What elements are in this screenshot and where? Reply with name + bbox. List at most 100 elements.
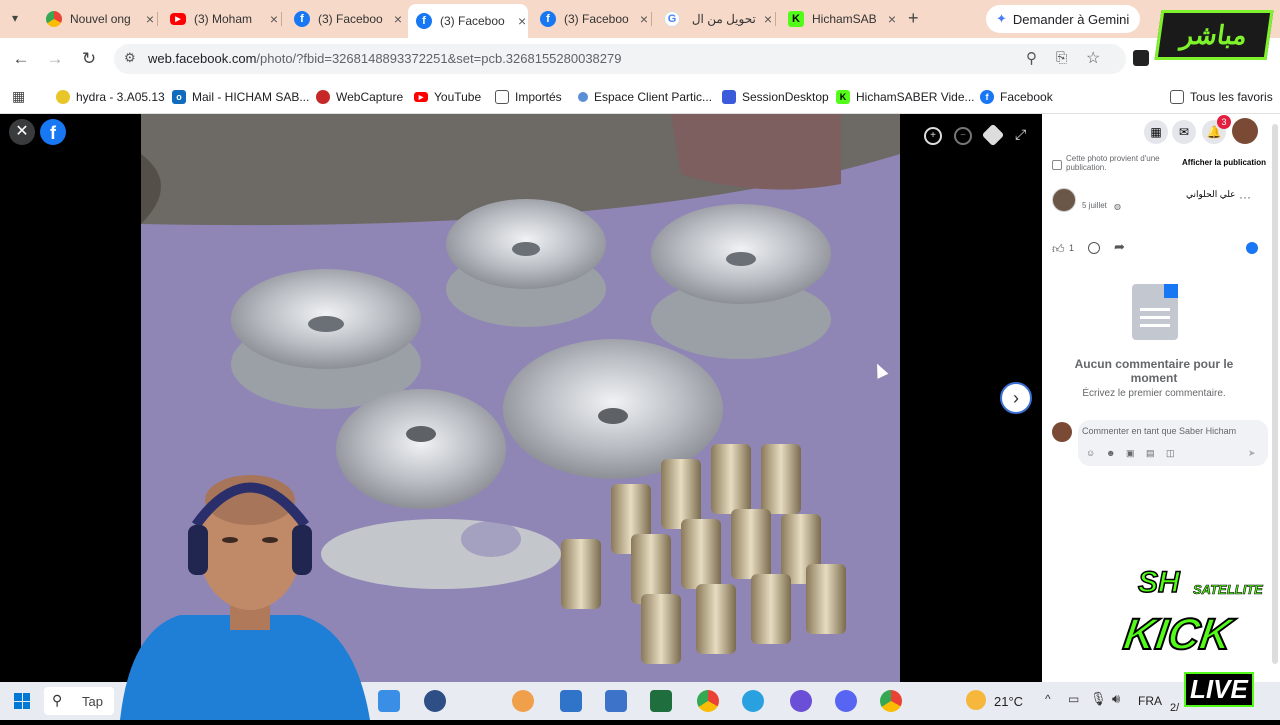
camera-icon[interactable]: ▣ (1126, 448, 1135, 459)
comment-icon[interactable] (1088, 242, 1100, 254)
zoom-in-icon[interactable]: + (924, 127, 942, 145)
tab-new-tab[interactable]: Nouvel ong × (38, 6, 154, 32)
no-comments-subtitle: Écrivez le premier commentaire. (1082, 388, 1226, 399)
more-options-icon[interactable]: ··· (1239, 190, 1251, 204)
disc-stack-center (446, 199, 606, 327)
author-avatar[interactable] (1052, 188, 1076, 212)
extension-icon[interactable] (1133, 50, 1149, 66)
messenger-button[interactable]: ✉ (1172, 120, 1196, 144)
bookmark-hichamsaber-video[interactable]: K HichamSABER Vide... (836, 87, 975, 107)
tab-close-icon[interactable]: × (640, 11, 648, 27)
weather-icon[interactable] (966, 690, 986, 710)
taskbar-app-icon[interactable] (512, 690, 534, 712)
mubashir-text: مباشر (1179, 19, 1250, 50)
chevron-right-icon: › (1013, 388, 1019, 408)
sticker-icon[interactable]: ☺ (1086, 448, 1095, 458)
taskbar-app-icon[interactable] (378, 690, 400, 712)
new-tab-plus-icon[interactable]: + (908, 8, 919, 29)
profile-avatar[interactable] (1232, 118, 1258, 144)
tab-youtube[interactable]: ▶ (3) Moham × (162, 6, 278, 32)
microphone-icon[interactable]: 🎙︎ (1090, 691, 1107, 707)
tab-close-icon[interactable]: × (394, 11, 402, 27)
chrome-icon[interactable] (697, 690, 719, 712)
all-bookmarks-folder[interactable]: Tous les favoris (1170, 87, 1273, 107)
tab-facebook-active[interactable]: f (3) Faceboo × (408, 4, 528, 38)
send-icon[interactable]: ➤ (1248, 448, 1256, 459)
reload-icon[interactable]: ↻ (78, 48, 100, 70)
tab-facebook-1[interactable]: f (3) Faceboo × (286, 6, 402, 32)
tab-strip: ▾ Nouvel ong × ▶ (3) Moham × f (3) Faceb… (0, 0, 1280, 38)
tab-google-translate[interactable]: G تحويل من ال × (656, 6, 772, 32)
bookmark-imported-folder[interactable]: Importés (495, 87, 562, 107)
discord-icon[interactable] (835, 690, 857, 712)
post-date[interactable]: 5 juillet (1082, 201, 1107, 210)
share-icon[interactable]: ➦ (1114, 239, 1125, 255)
bookmark-facebook[interactable]: f Facebook (980, 87, 1053, 107)
youtube-icon: ▶ (414, 92, 428, 102)
disc-large-center (503, 339, 723, 479)
tab-close-icon[interactable]: × (270, 11, 278, 27)
gif-icon[interactable]: ▤ (1146, 448, 1155, 459)
tab-kick[interactable]: K HichamSAB × (780, 6, 896, 32)
search-icon: ⚲ (52, 692, 63, 708)
fullscreen-icon[interactable]: ⤢ (1015, 126, 1026, 143)
chrome-icon[interactable] (880, 690, 902, 712)
tab-close-icon[interactable]: × (764, 11, 772, 27)
facebook-logo-icon[interactable]: f (40, 119, 66, 145)
outlook-icon: o (172, 90, 186, 104)
next-photo-button[interactable]: › (1000, 382, 1032, 414)
zoom-out-icon[interactable]: − (954, 127, 972, 145)
bookmark-espace-client[interactable]: Espace Client Partic... (578, 87, 712, 107)
bookmark-youtube[interactable]: ▶ YouTube (414, 87, 481, 107)
kick-live-text: LIVE (1184, 672, 1254, 707)
tab-close-icon[interactable]: × (518, 13, 526, 29)
apps-grid-icon[interactable]: ▦ (12, 88, 25, 105)
avatar-sticker-icon[interactable]: ◫ (1166, 448, 1175, 459)
like-button[interactable]: 👍︎ (1052, 242, 1065, 257)
tag-icon[interactable] (981, 123, 1005, 147)
weather-temp[interactable]: 21°C (994, 694, 1023, 709)
site-info-icon[interactable]: ⚙ (124, 50, 136, 66)
comment-input[interactable]: Commenter en tant que Saber Hicham (1082, 426, 1236, 436)
bookmark-star-icon[interactable]: ☆ (1086, 48, 1100, 68)
taskbar-app-icon[interactable] (424, 690, 446, 712)
close-icon: ✕ (15, 123, 29, 140)
tab-search-chevron-icon[interactable]: ▾ (12, 11, 18, 25)
calculator-icon[interactable] (605, 690, 627, 712)
url-text[interactable]: web.facebook.com/photo/?fbid=32681488933… (148, 51, 621, 66)
network-icon[interactable]: ▭ (1068, 692, 1079, 706)
back-arrow-icon[interactable]: ← (10, 48, 32, 70)
tab-title: Nouvel ong (70, 12, 131, 26)
bookmark-hydra[interactable]: hydra - 3.A05.13 (56, 87, 165, 107)
close-viewer-button[interactable]: ✕ (9, 119, 35, 145)
menu-grid-button[interactable]: ▦ (1144, 120, 1168, 144)
forward-arrow-icon[interactable]: → (44, 48, 66, 70)
notification-badge: 3 (1217, 115, 1231, 129)
gemini-button[interactable]: ✦ Demander à Gemini (986, 5, 1140, 33)
webcapture-icon (316, 90, 330, 104)
taskbar-app-icon[interactable] (790, 690, 812, 712)
tab-title: (3) Moham (194, 12, 253, 26)
telegram-icon[interactable] (742, 690, 764, 712)
tab-close-icon[interactable]: × (888, 11, 896, 27)
windows-start-icon[interactable] (14, 693, 30, 709)
tab-facebook-3[interactable]: f (3) Faceboo × (532, 6, 648, 32)
facebook-icon: f (980, 90, 994, 104)
tab-close-icon[interactable]: × (146, 11, 154, 27)
bookmark-sessiondesktop[interactable]: SessionDesktop (722, 87, 829, 107)
tab-title: (3) Faceboo (318, 12, 383, 26)
search-lens-icon[interactable]: ⚲ (1026, 49, 1037, 67)
kick-icon: K (836, 90, 850, 104)
taskbar-app-icon[interactable] (560, 690, 582, 712)
install-app-icon[interactable]: ⎘ (1056, 49, 1067, 66)
taskbar-app-icon[interactable] (650, 690, 672, 712)
emoji-icon[interactable]: ☻ (1106, 448, 1115, 458)
omnibox[interactable]: ⚙ web.facebook.com/photo/?fbid=326814889… (114, 44, 1126, 74)
tab-title: تحويل من ال (691, 12, 756, 26)
view-post-link[interactable]: Afficher la publication (1182, 158, 1266, 167)
comment-box[interactable]: Commenter en tant que Saber Hicham ☺ ☻ ▣… (1078, 420, 1268, 466)
author-name[interactable]: علي الحلواني (1186, 189, 1236, 200)
bookmark-mail[interactable]: o Mail - HICHAM SAB... (172, 87, 309, 107)
bookmark-webcapture[interactable]: WebCapture (316, 87, 403, 107)
tray-chevron-icon[interactable]: ^ (1045, 692, 1051, 706)
